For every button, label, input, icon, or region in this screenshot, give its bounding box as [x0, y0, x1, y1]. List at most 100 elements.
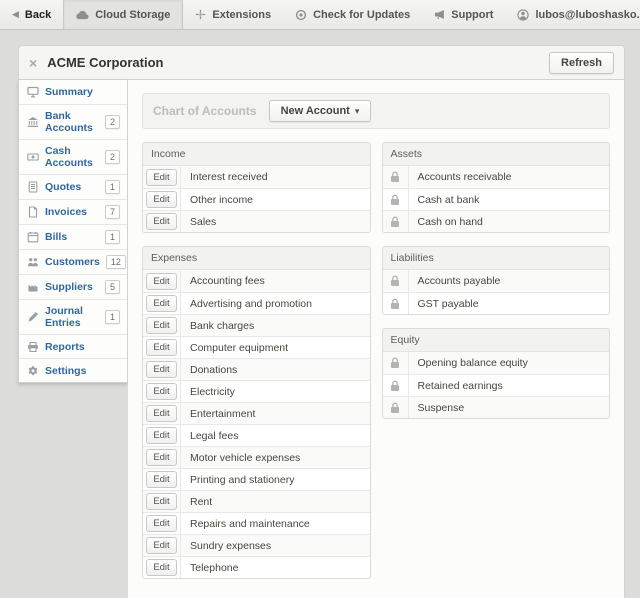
sidebar-item-label: Cash Accounts [45, 145, 99, 169]
sidebar-item-settings[interactable]: Settings [19, 358, 127, 382]
account-name: Computer equipment [181, 337, 297, 358]
chart-of-accounts-toolbar: Chart of Accounts New Account▾ [142, 93, 610, 129]
menu-extensions[interactable]: Extensions [183, 0, 283, 29]
edit-button[interactable]: Edit [146, 361, 176, 378]
panel-title: Expenses [143, 247, 370, 270]
back-button[interactable]: ◀ Back [0, 0, 63, 29]
account-name: Entertainment [181, 403, 264, 424]
edit-button[interactable]: Edit [146, 493, 176, 510]
edit-cell: Edit [143, 535, 181, 556]
edit-button[interactable]: Edit [146, 449, 176, 466]
sidebar-item-label: Quotes [45, 181, 81, 193]
account-name: Other income [181, 189, 262, 210]
account-name: Accounts payable [409, 270, 510, 292]
menu-support-label: Support [451, 9, 493, 21]
sidebar-item-customers[interactable]: Customers 12 [19, 249, 127, 274]
content-area: Chart of Accounts New Account▾ IncomeEdi… [128, 80, 625, 598]
close-icon[interactable]: × [29, 56, 37, 70]
sidebar-item-bank-accounts[interactable]: Bank Accounts2 [19, 104, 127, 139]
sidebar-item-journal-entries[interactable]: Journal Entries1 [19, 299, 127, 334]
account-row: EditSales [143, 210, 370, 232]
user-menu[interactable]: lubos@luboshasko.com [505, 0, 640, 29]
sidebar-item-quotes[interactable]: Quotes1 [19, 174, 127, 199]
account-row: Edit Computer equipment [143, 336, 370, 358]
lock-cell [383, 270, 409, 292]
sidebar-item-label: Invoices [45, 206, 87, 218]
count-badge: 2 [105, 150, 120, 164]
count-badge: 12 [106, 255, 126, 269]
account-name: Telephone [181, 557, 247, 578]
edit-cell: Edit [143, 425, 181, 446]
edit-cell: Edit [143, 293, 181, 314]
menu-support[interactable]: Support [422, 0, 505, 29]
account-row: EditBank charges [143, 314, 370, 336]
menu-check-for-updates[interactable]: Check for Updates [283, 0, 422, 29]
edit-cell: Edit [143, 337, 181, 358]
edit-button[interactable]: Edit [146, 427, 176, 444]
new-account-button[interactable]: New Account▾ [269, 100, 372, 122]
account-row: Accounts receivable [383, 166, 610, 188]
account-name: Sundry expenses [181, 535, 280, 556]
company-header: × ACME Corporation Refresh [18, 45, 625, 80]
account-row: EditPrinting and stationery [143, 468, 370, 490]
account-name: Advertising and promotion [181, 293, 321, 314]
account-row: EditAccounting fees [143, 270, 370, 292]
quotes-icon [26, 181, 39, 193]
sidebar-item-label: Journal Entries [45, 305, 99, 329]
sidebar-item-summary[interactable]: Summary [19, 80, 127, 104]
account-row: EditMotor vehicle expenses [143, 446, 370, 468]
edit-button[interactable]: Edit [146, 471, 176, 488]
refresh-button[interactable]: Refresh [549, 52, 614, 74]
account-name: Cash at bank [409, 189, 489, 210]
lock-cell [383, 397, 409, 418]
count-badge: 1 [105, 230, 120, 244]
panel-expenses: ExpensesEditAccounting feesEditAdvertisi… [142, 246, 371, 579]
account-row: EditRepairs and maintenance [143, 512, 370, 534]
edit-button[interactable]: Edit [146, 317, 176, 334]
edit-cell: Edit [143, 381, 181, 402]
edit-button[interactable]: Edit [146, 405, 176, 422]
sidebar-item-invoices[interactable]: Invoices7 [19, 199, 127, 224]
edit-cell: Edit [143, 491, 181, 512]
sidebar-item-label: Customers [45, 256, 100, 268]
account-row: Edit Entertainment [143, 402, 370, 424]
edit-button[interactable]: Edit [146, 273, 176, 290]
sidebar-item-bills[interactable]: Bills1 [19, 224, 127, 249]
edit-button[interactable]: Edit [146, 213, 176, 230]
edit-button[interactable]: Edit [146, 559, 176, 576]
account-row: Edit Sundry expenses [143, 534, 370, 556]
account-row: Cash on hand [383, 210, 610, 232]
sidebar-item-suppliers[interactable]: Suppliers5 [19, 274, 127, 299]
edit-button[interactable]: Edit [146, 383, 176, 400]
tab-cloud-storage-label: Cloud Storage [95, 9, 170, 21]
tab-cloud-storage[interactable]: Cloud Storage [63, 0, 183, 29]
edit-button[interactable]: Edit [146, 169, 176, 186]
edit-cell: Edit [143, 270, 181, 292]
customers-icon [26, 256, 39, 268]
sidebar-item-reports[interactable]: Reports [19, 334, 127, 358]
edit-cell: Edit [143, 166, 181, 188]
new-account-label: New Account [281, 105, 350, 117]
lock-icon [390, 298, 400, 310]
account-row: Edit Electricity [143, 380, 370, 402]
edit-button[interactable]: Edit [146, 295, 176, 312]
sidebar-item-label: Bank Accounts [45, 110, 99, 134]
topbar: ◀ Back Cloud Storage Extensions Check fo… [0, 0, 640, 30]
user-email: lubos@luboshasko.com [535, 9, 640, 21]
toolbar-title: Chart of Accounts [153, 104, 257, 118]
bills-icon [26, 231, 39, 243]
edit-button[interactable]: Edit [146, 339, 176, 356]
support-icon [434, 9, 445, 20]
edit-button[interactable]: Edit [146, 515, 176, 532]
edit-button[interactable]: Edit [146, 537, 176, 554]
account-name: GST payable [409, 293, 488, 314]
edit-cell: Edit [143, 359, 181, 380]
sidebar-item-cash-accounts[interactable]: Cash Accounts 2 [19, 139, 127, 174]
reports-icon [26, 341, 39, 353]
edit-button[interactable]: Edit [146, 191, 176, 208]
edit-cell: Edit [143, 469, 181, 490]
cash-icon [26, 151, 39, 163]
account-name: Legal fees [181, 425, 247, 446]
account-row: Edit Other income [143, 188, 370, 210]
account-name: Electricity [181, 381, 244, 402]
